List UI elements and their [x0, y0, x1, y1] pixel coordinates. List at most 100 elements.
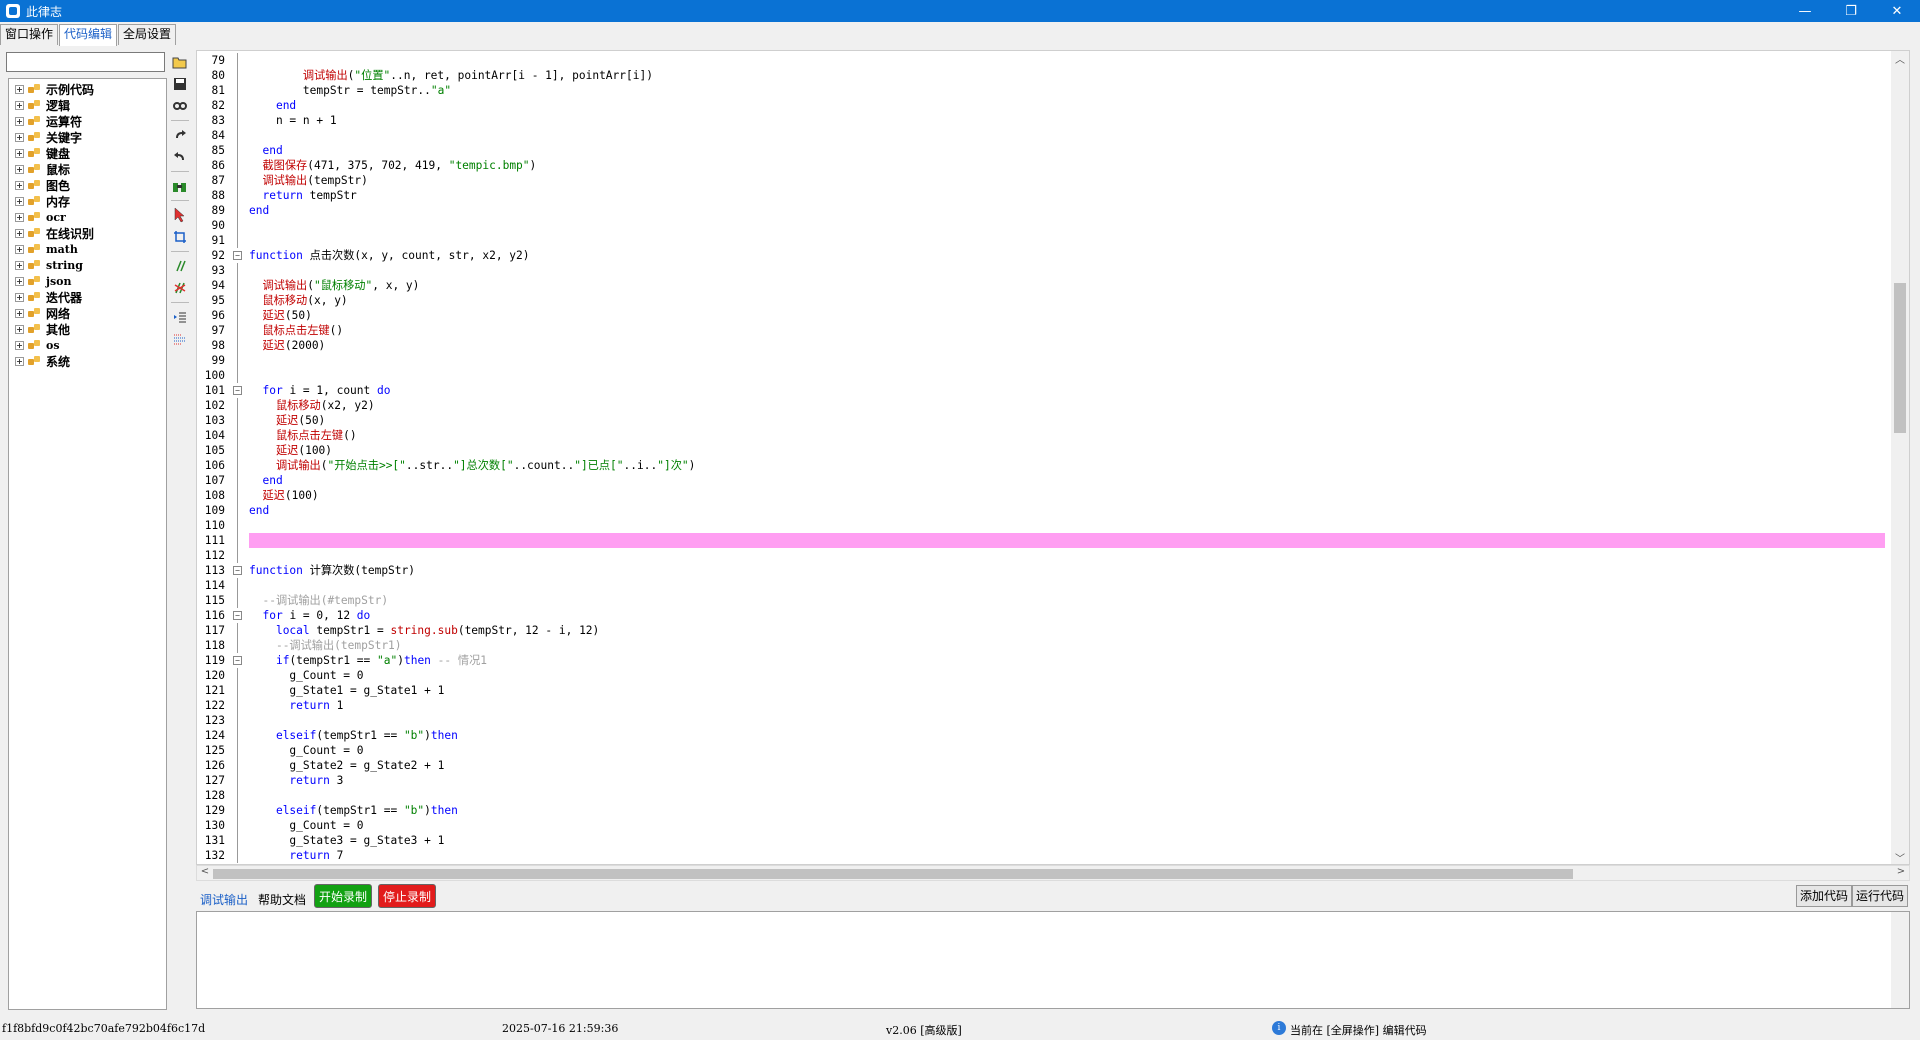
code-line[interactable]: 110: [197, 518, 1891, 533]
expand-icon[interactable]: +: [15, 276, 24, 286]
minimize-button[interactable]: —: [1782, 0, 1828, 22]
code-line[interactable]: 118 --调试输出(tempStr1): [197, 638, 1891, 653]
code-line[interactable]: 105 延迟(100): [197, 443, 1891, 458]
code-line[interactable]: 82 end: [197, 98, 1891, 113]
code-line[interactable]: 109 end: [197, 503, 1891, 518]
code-line[interactable]: 111: [197, 533, 1891, 548]
stop-record-button[interactable]: 停止录制: [378, 884, 437, 908]
tree-item[interactable]: + json: [9, 273, 166, 289]
code-line[interactable]: 85 end: [197, 143, 1891, 158]
debug-output-panel[interactable]: [196, 911, 1910, 1009]
code-line[interactable]: 124 elseif(tempStr1 == "b")then: [197, 728, 1891, 743]
scrollbar-thumb[interactable]: [1894, 283, 1906, 433]
code-line[interactable]: 106 调试输出("开始点击>>["..str.."]总次数["..count.…: [197, 458, 1891, 473]
code-line[interactable]: 119− if(tempStr1 == "a")then -- 情况1: [197, 653, 1891, 668]
expand-icon[interactable]: +: [15, 260, 24, 270]
expand-icon[interactable]: +: [15, 324, 24, 334]
search-input[interactable]: [6, 52, 165, 72]
tree-item[interactable]: + os: [9, 337, 166, 353]
hscrollbar-thumb[interactable]: [213, 869, 1573, 879]
uncomment-icon[interactable]: [170, 278, 190, 298]
expand-icon[interactable]: +: [15, 180, 24, 190]
add-code-button[interactable]: 添加代码: [1795, 885, 1852, 907]
tab-debug-output[interactable]: 调试输出: [200, 891, 248, 908]
tree-item[interactable]: + 迭代器: [9, 289, 166, 305]
code-line[interactable]: 79: [197, 53, 1891, 68]
open-icon[interactable]: [170, 52, 190, 72]
code-line[interactable]: 83 n = n + 1: [197, 113, 1891, 128]
code-line[interactable]: 92− function 点击次数(x, y, count, str, x2, y…: [197, 248, 1891, 263]
code-line[interactable]: 123: [197, 713, 1891, 728]
run-code-button[interactable]: 运行代码: [1851, 885, 1908, 907]
code-line[interactable]: 131 g_State3 = g_State3 + 1: [197, 833, 1891, 848]
code-line[interactable]: 96 延迟(50): [197, 308, 1891, 323]
tree-item[interactable]: + math: [9, 241, 166, 257]
tree-item[interactable]: + 其他: [9, 321, 166, 337]
code-line[interactable]: 88 return tempStr: [197, 188, 1891, 203]
tree-item[interactable]: + 网络: [9, 305, 166, 321]
code-area[interactable]: 79 80 调试输出("位置"..n, ret, pointArr[i - 1],…: [197, 53, 1891, 863]
expand-icon[interactable]: +: [15, 356, 24, 366]
code-line[interactable]: 93: [197, 263, 1891, 278]
code-line[interactable]: 121 g_State1 = g_State1 + 1: [197, 683, 1891, 698]
code-line[interactable]: 102 鼠标移动(x2, y2): [197, 398, 1891, 413]
scroll-right-icon[interactable]: >: [1893, 866, 1909, 880]
code-line[interactable]: 99: [197, 353, 1891, 368]
code-line[interactable]: 112: [197, 548, 1891, 563]
output-scrollbar[interactable]: [1891, 912, 1909, 1008]
expand-icon[interactable]: +: [15, 196, 24, 206]
indent-icon[interactable]: [170, 307, 190, 327]
redo-icon[interactable]: [170, 125, 190, 145]
fold-icon[interactable]: −: [233, 386, 242, 395]
code-line[interactable]: 129 elseif(tempStr1 == "b")then: [197, 803, 1891, 818]
code-line[interactable]: 115 --调试输出(#tempStr): [197, 593, 1891, 608]
tree-item[interactable]: + 逻辑: [9, 97, 166, 113]
tree-item[interactable]: + 示例代码: [9, 81, 166, 97]
scroll-up-icon[interactable]: ︿: [1891, 51, 1909, 67]
code-line[interactable]: 84: [197, 128, 1891, 143]
tree-item[interactable]: + 运算符: [9, 113, 166, 129]
tab-code-edit[interactable]: 代码编辑: [59, 24, 118, 46]
find-icon[interactable]: [170, 176, 190, 196]
expand-icon[interactable]: +: [15, 340, 24, 350]
code-line[interactable]: 86 截图保存(471, 375, 702, 419, "tempic.bmp"…: [197, 158, 1891, 173]
code-line[interactable]: 101− for i = 1, count do: [197, 383, 1891, 398]
expand-icon[interactable]: +: [15, 116, 24, 126]
code-line[interactable]: 100: [197, 368, 1891, 383]
expand-icon[interactable]: +: [15, 292, 24, 302]
tab-window-ops[interactable]: 窗口操作: [0, 24, 59, 45]
tree-item[interactable]: + ocr: [9, 209, 166, 225]
outdent-icon[interactable]: [170, 329, 190, 349]
code-line[interactable]: 87 调试输出(tempStr): [197, 173, 1891, 188]
code-line[interactable]: 108 延迟(100): [197, 488, 1891, 503]
close-button[interactable]: ✕: [1874, 0, 1920, 22]
code-line[interactable]: 125 g_Count = 0: [197, 743, 1891, 758]
code-line[interactable]: 127 return 3: [197, 773, 1891, 788]
code-line[interactable]: 132 return 7: [197, 848, 1891, 863]
expand-icon[interactable]: +: [15, 308, 24, 318]
fold-icon[interactable]: −: [233, 656, 242, 665]
code-line[interactable]: 97 鼠标点击左键(): [197, 323, 1891, 338]
code-line[interactable]: 113− function 计算次数(tempStr): [197, 563, 1891, 578]
expand-icon[interactable]: +: [15, 132, 24, 142]
code-line[interactable]: 126 g_State2 = g_State2 + 1: [197, 758, 1891, 773]
fold-icon[interactable]: −: [233, 566, 242, 575]
expand-icon[interactable]: +: [15, 164, 24, 174]
code-line[interactable]: 122 return 1: [197, 698, 1891, 713]
expand-icon[interactable]: +: [15, 244, 24, 254]
tree-item[interactable]: + 图色: [9, 177, 166, 193]
code-line[interactable]: 104 鼠标点击左键(): [197, 428, 1891, 443]
code-line[interactable]: 81 tempStr = tempStr.."a": [197, 83, 1891, 98]
fold-icon[interactable]: −: [233, 611, 242, 620]
code-line[interactable]: 120 g_Count = 0: [197, 668, 1891, 683]
code-line[interactable]: 103 延迟(50): [197, 413, 1891, 428]
code-line[interactable]: 128: [197, 788, 1891, 803]
scroll-down-icon[interactable]: ﹀: [1891, 850, 1909, 864]
fold-icon[interactable]: −: [233, 251, 242, 260]
tree-item[interactable]: + 在线识别: [9, 225, 166, 241]
code-line[interactable]: 94 调试输出("鼠标移动", x, y): [197, 278, 1891, 293]
editor-vertical-scrollbar[interactable]: ︿ ﹀: [1891, 51, 1909, 864]
tab-help-docs[interactable]: 帮助文档: [258, 891, 306, 908]
code-line[interactable]: 80 调试输出("位置"..n, ret, pointArr[i - 1], p…: [197, 68, 1891, 83]
code-line[interactable]: 89 end: [197, 203, 1891, 218]
